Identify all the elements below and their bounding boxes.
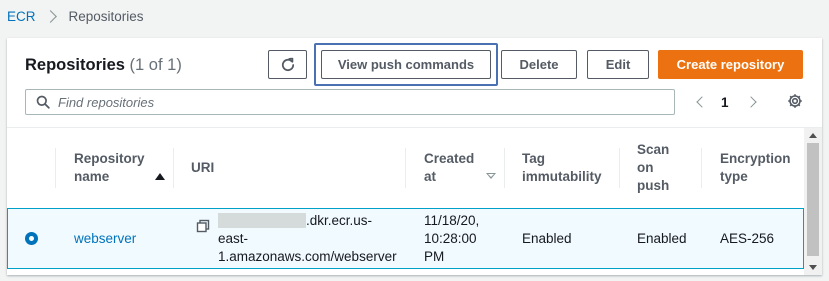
created-at-text: 11/18/20, xyxy=(424,212,480,228)
created-at-text: 10:28:00 xyxy=(424,230,477,246)
column-divider xyxy=(701,148,702,188)
column-header-label: push xyxy=(637,178,670,193)
column-header-label: name xyxy=(74,169,110,184)
scan-on-push-cell: Enabled xyxy=(637,209,687,268)
refresh-icon xyxy=(281,57,294,71)
column-header-label: at xyxy=(424,169,437,184)
encryption-type-value: AES-256 xyxy=(720,230,775,246)
breadcrumb-chevron-icon xyxy=(43,9,57,23)
tag-immutability-value: Enabled xyxy=(522,230,572,246)
column-header-encryption-type[interactable]: Encryption type xyxy=(720,128,791,208)
encryption-type-cell: AES-256 xyxy=(720,209,774,268)
table-row[interactable]: webserver .dkr.ecr.us- east- 1.amazonaws… xyxy=(7,208,804,269)
refresh-button[interactable] xyxy=(268,50,307,79)
previous-page-button[interactable] xyxy=(693,92,708,112)
column-header-uri[interactable]: URI xyxy=(191,128,214,208)
chevron-right-icon xyxy=(745,94,760,110)
scroll-up-arrow-icon[interactable] xyxy=(809,133,817,138)
search-box[interactable] xyxy=(25,89,675,115)
column-divider xyxy=(619,148,620,188)
created-at-cell: 11/18/20, 10:28:00 PM xyxy=(424,209,479,268)
delete-button[interactable]: Delete xyxy=(501,50,577,79)
repository-count: (1 of 1) xyxy=(129,56,182,74)
column-header-created-at[interactable]: Created at xyxy=(424,128,497,208)
current-page-number[interactable]: 1 xyxy=(721,92,729,112)
sort-descending-icon xyxy=(486,173,497,179)
repository-name-cell: webserver xyxy=(74,209,136,268)
column-header-label: URI xyxy=(191,160,215,175)
uri-text: east- xyxy=(218,230,249,246)
column-header-label: Repository xyxy=(74,151,145,166)
panel-title-text: Repositories xyxy=(25,56,125,74)
search-icon xyxy=(36,95,50,109)
column-divider xyxy=(173,148,174,188)
column-divider xyxy=(55,148,56,188)
column-header-label: type xyxy=(720,169,748,184)
column-header-label: on xyxy=(637,160,654,175)
column-header-label: Tag xyxy=(522,151,545,166)
redacted-account-id xyxy=(218,212,306,228)
created-at-text: PM xyxy=(424,248,445,264)
scroll-down-arrow-icon[interactable] xyxy=(809,265,817,270)
column-header-scan-on-push[interactable]: Scan on push xyxy=(637,128,669,208)
vertical-scrollbar[interactable] xyxy=(804,128,822,275)
row-select-radio[interactable] xyxy=(25,232,38,245)
create-repository-button[interactable]: Create repository xyxy=(658,50,803,79)
column-divider xyxy=(504,148,505,188)
copy-icon[interactable] xyxy=(196,219,210,233)
table-header: Repository name URI Created at Tag immut… xyxy=(7,128,804,208)
breadcrumb-ecr-link[interactable]: ECR xyxy=(7,9,36,24)
tag-immutability-cell: Enabled xyxy=(522,209,572,268)
search-input[interactable] xyxy=(58,94,658,110)
column-header-repository-name[interactable]: Repository name xyxy=(74,128,165,208)
scan-on-push-value: Enabled xyxy=(637,230,687,246)
settings-icon[interactable] xyxy=(787,93,803,109)
uri-text: 1.amazonaws.com/webserver xyxy=(218,248,397,264)
repositories-table: Repository name URI Created at Tag immut… xyxy=(7,127,822,275)
repositories-panel: Repositories (1 of 1) View push commands… xyxy=(7,38,822,275)
column-header-label: Scan xyxy=(637,142,670,157)
breadcrumb: ECR Repositories xyxy=(7,7,144,25)
column-divider xyxy=(405,148,406,188)
column-header-label: immutability xyxy=(522,169,602,184)
chevron-left-icon xyxy=(693,94,708,110)
scrollbar-thumb[interactable] xyxy=(807,143,819,256)
column-header-tag-immutability[interactable]: Tag immutability xyxy=(522,128,602,208)
sort-ascending-icon xyxy=(154,172,165,180)
breadcrumb-current: Repositories xyxy=(68,8,144,24)
column-header-label: Encryption xyxy=(720,151,791,166)
column-header-label: Created xyxy=(424,151,475,166)
view-push-commands-button[interactable]: View push commands xyxy=(321,50,491,79)
next-page-button[interactable] xyxy=(745,92,760,112)
uri-cell: .dkr.ecr.us- east- 1.amazonaws.com/webse… xyxy=(218,209,397,268)
edit-button[interactable]: Edit xyxy=(587,50,649,79)
repository-name-link[interactable]: webserver xyxy=(74,230,136,248)
panel-title: Repositories (1 of 1) xyxy=(25,56,182,75)
uri-text: .dkr.ecr.us- xyxy=(306,212,373,228)
